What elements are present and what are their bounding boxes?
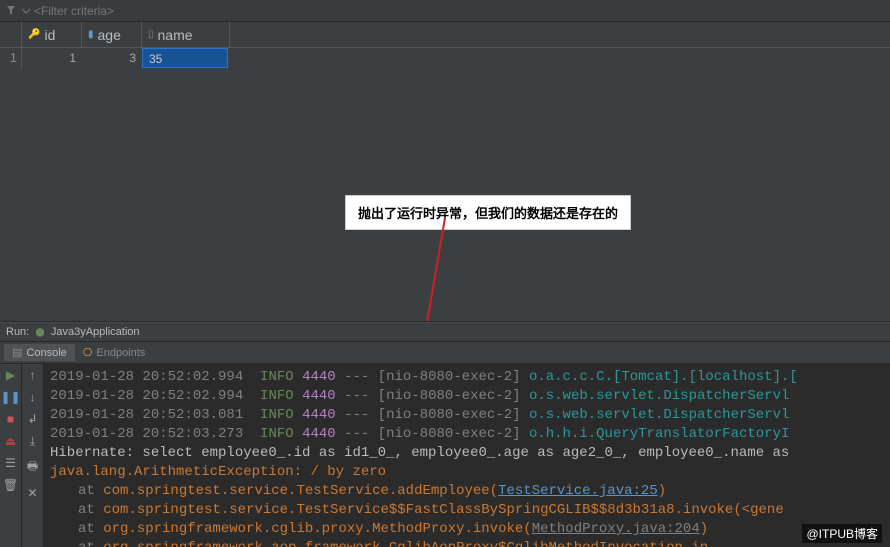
cell-age[interactable]: 3 bbox=[82, 48, 142, 68]
log-pid: 4440 bbox=[302, 369, 336, 385]
tab-console-label: Console bbox=[26, 347, 66, 359]
log-level: INFO bbox=[260, 388, 294, 404]
stack-link[interactable]: MethodProxy.java:204 bbox=[532, 521, 700, 537]
run-panel: Run: ⬢ Java3yApplication ▤ Console ⎔ End… bbox=[0, 321, 890, 547]
clear-button[interactable]: ✕ bbox=[27, 486, 37, 500]
chevron-down-icon bbox=[22, 7, 30, 15]
stack-trace-line: at org.springframework.aop.framework.Cgl… bbox=[50, 540, 708, 547]
key-icon: 🔑 bbox=[28, 29, 40, 40]
run-gutter-tools: ↑ ↓ ↲ ⤓ 🖶 ✕ bbox=[22, 364, 44, 547]
log-thread: [nio-8080-exec-2] bbox=[378, 369, 521, 385]
run-header: Run: ⬢ Java3yApplication bbox=[0, 322, 890, 342]
data-grid: 1 1 3 35 bbox=[0, 48, 890, 296]
console-output[interactable]: 2019-01-28 20:52:02.994 INFO 4440 --- [n… bbox=[44, 364, 890, 547]
text-column-icon: ▯ bbox=[148, 29, 154, 40]
column-age[interactable]: ▮ age bbox=[82, 22, 142, 47]
row-number: 1 bbox=[0, 48, 22, 68]
log-src: o.h.h.i.QueryTranslatorFactoryI bbox=[529, 426, 789, 442]
stack-trace-line: at com.springtest.service.TestService$$F… bbox=[50, 502, 784, 518]
log-level: INFO bbox=[260, 369, 294, 385]
tab-endpoints[interactable]: ⎔ Endpoints bbox=[75, 344, 154, 361]
tab-endpoints-label: Endpoints bbox=[96, 347, 145, 359]
stack-trace-line: at org.springframework.cglib.proxy.Metho… bbox=[50, 521, 708, 537]
column-id[interactable]: 🔑 id bbox=[22, 22, 82, 47]
log-sep: --- bbox=[344, 426, 369, 442]
table-header: 🔑 id ▮ age ▯ name bbox=[0, 22, 890, 48]
stack-link[interactable]: TestService.java:25 bbox=[498, 483, 658, 499]
log-level: INFO bbox=[260, 407, 294, 423]
column-name-label: name bbox=[158, 27, 193, 43]
log-sep: --- bbox=[344, 407, 369, 423]
run-label: Run: bbox=[6, 326, 29, 338]
log-src: o.s.web.servlet.DispatcherServl bbox=[529, 407, 789, 423]
hibernate-query: Hibernate: select employee0_.id as id1_0… bbox=[50, 445, 789, 461]
log-src: o.s.web.servlet.DispatcherServl bbox=[529, 388, 789, 404]
run-gutter-left: ▶ ❚❚ ■ ⏏ ☰ 🗑 bbox=[0, 364, 22, 547]
table-row[interactable]: 1 1 3 35 bbox=[0, 48, 890, 68]
column-tail bbox=[230, 22, 242, 47]
log-thread: [nio-8080-exec-2] bbox=[378, 426, 521, 442]
wrap-button[interactable]: ↲ bbox=[27, 412, 37, 426]
scroll-button[interactable]: ⤓ bbox=[30, 434, 35, 449]
column-age-label: age bbox=[98, 27, 121, 43]
log-ts: 2019-01-28 20:52:02.994 bbox=[50, 388, 243, 404]
log-pid: 4440 bbox=[302, 407, 336, 423]
annotation-callout: 抛出了运行时异常，但我们的数据还是存在的 bbox=[345, 195, 631, 230]
exit-button[interactable]: ⏏ bbox=[5, 434, 16, 448]
exception-line: java.lang.ArithmeticException: / by zero bbox=[50, 464, 386, 480]
column-name[interactable]: ▯ name bbox=[142, 22, 230, 47]
log-sep: --- bbox=[344, 369, 369, 385]
column-id-label: id bbox=[44, 27, 55, 43]
log-thread: [nio-8080-exec-2] bbox=[378, 407, 521, 423]
trash-button[interactable]: 🗑 bbox=[3, 478, 18, 492]
log-pid: 4440 bbox=[302, 426, 336, 442]
stack-trace-line: at com.springtest.service.TestService.ad… bbox=[50, 483, 666, 499]
log-thread: [nio-8080-exec-2] bbox=[378, 388, 521, 404]
up-button[interactable]: ↑ bbox=[30, 368, 36, 382]
rerun-button[interactable]: ▶ bbox=[6, 368, 15, 382]
log-ts: 2019-01-28 20:52:03.081 bbox=[50, 407, 243, 423]
down-button[interactable]: ↓ bbox=[30, 390, 36, 404]
print-button[interactable]: 🖶 bbox=[27, 457, 38, 478]
dump-button[interactable]: ☰ bbox=[5, 456, 16, 470]
log-pid: 4440 bbox=[302, 388, 336, 404]
log-sep: --- bbox=[344, 388, 369, 404]
log-ts: 2019-01-28 20:52:02.994 bbox=[50, 369, 243, 385]
row-number-header bbox=[0, 22, 22, 47]
log-level: INFO bbox=[260, 426, 294, 442]
number-column-icon: ▮ bbox=[88, 29, 94, 40]
log-src: o.a.c.c.C.[Tomcat].[localhost].[ bbox=[529, 369, 798, 385]
log-ts: 2019-01-28 20:52:03.273 bbox=[50, 426, 243, 442]
cell-name[interactable]: 35 bbox=[142, 48, 228, 68]
filter-bar: <Filter criteria> bbox=[0, 0, 890, 22]
run-leaf-icon: ⬢ bbox=[35, 326, 45, 339]
watermark: @ITPUB博客 bbox=[802, 524, 882, 543]
run-tabs: ▤ Console ⎔ Endpoints bbox=[0, 342, 890, 364]
filter-icon bbox=[6, 5, 18, 17]
run-body: ▶ ❚❚ ■ ⏏ ☰ 🗑 ↑ ↓ ↲ ⤓ 🖶 ✕ 2019-01-28 20:5… bbox=[0, 364, 890, 547]
run-app-name: Java3yApplication bbox=[51, 326, 140, 338]
console-icon: ▤ bbox=[12, 346, 22, 359]
endpoints-icon: ⎔ bbox=[83, 346, 93, 359]
pause-button[interactable]: ❚❚ bbox=[0, 390, 20, 404]
tab-console[interactable]: ▤ Console bbox=[4, 344, 75, 361]
stop-button[interactable]: ■ bbox=[7, 412, 14, 426]
filter-placeholder[interactable]: <Filter criteria> bbox=[34, 4, 114, 18]
cell-id[interactable]: 1 bbox=[22, 48, 82, 68]
